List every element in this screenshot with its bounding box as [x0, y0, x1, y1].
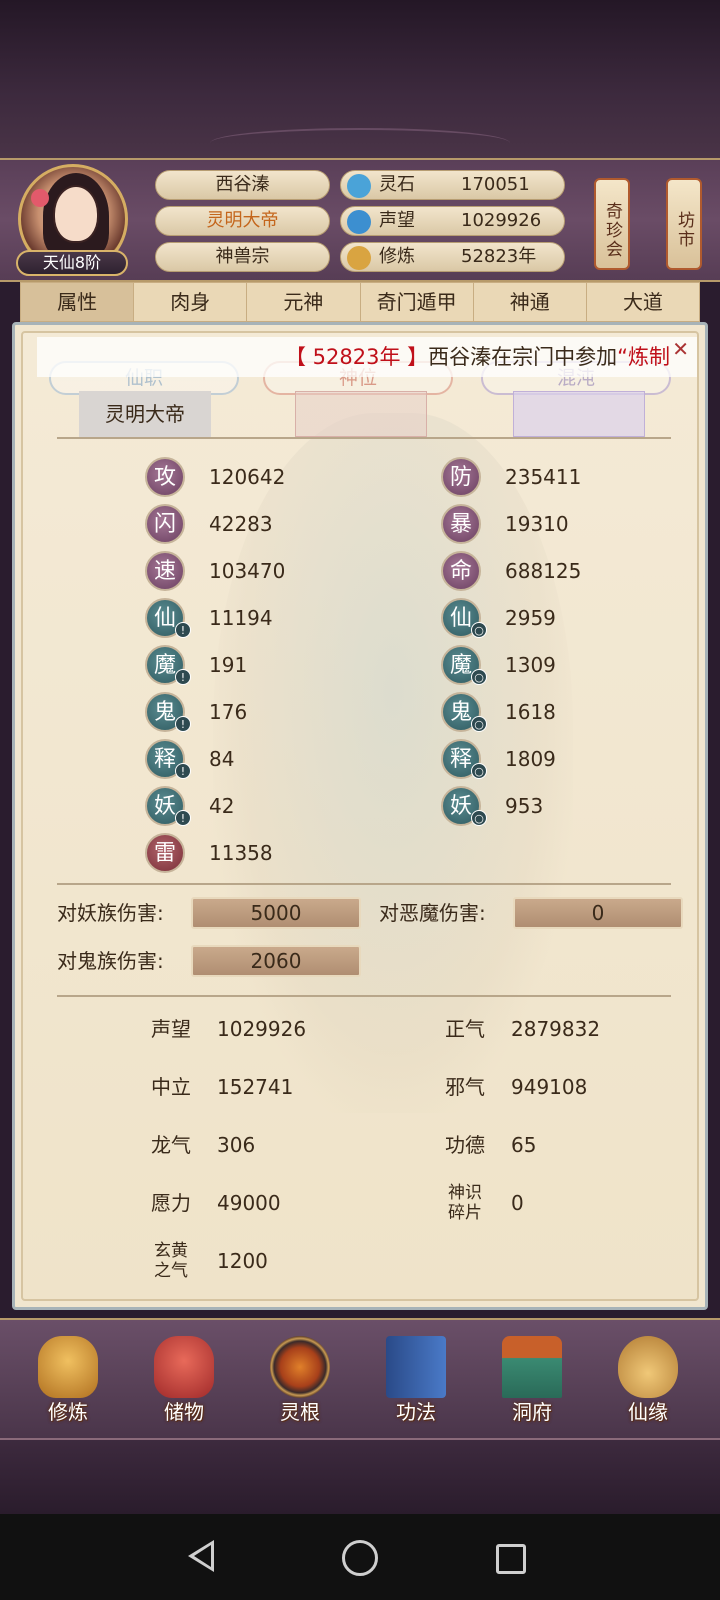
cultivation-icon — [347, 246, 371, 270]
avatar-face — [53, 185, 99, 243]
recent-apps-icon[interactable] — [496, 1544, 526, 1574]
tab-body[interactable]: 肉身 — [134, 283, 248, 321]
demon-race-damage-label: 对妖族伤害: — [57, 901, 164, 925]
back-icon[interactable] — [188, 1540, 214, 1572]
panel-inner: 仙职 神位 混沌 灵明大帝 【 52823年 】西谷溱在宗门中参加“炼制 ✕ 攻… — [21, 331, 699, 1301]
nav-technique[interactable]: 功法 — [366, 1330, 466, 1434]
spirit-stone-icon — [347, 174, 371, 198]
resource-cultivation[interactable]: 修炼 52823年 — [340, 242, 565, 272]
attributes-panel: 仙职 神位 混沌 灵明大帝 【 52823年 】西谷溱在宗门中参加“炼制 ✕ 攻… — [12, 322, 708, 1310]
system-nav-bar — [0, 1514, 720, 1600]
close-icon[interactable]: ✕ — [672, 339, 689, 359]
top-ornament — [210, 128, 510, 158]
nav-cultivate[interactable]: 修炼 — [18, 1330, 118, 1434]
storage-bag-icon — [154, 1336, 214, 1398]
divider — [57, 883, 671, 885]
info-badge-icon: ! — [175, 622, 191, 638]
cultivate-icon — [38, 1336, 98, 1398]
attack-icon: 攻 — [145, 457, 185, 497]
defense-icon: 防 — [441, 457, 481, 497]
bottom-background — [0, 1440, 720, 1514]
tab-soul[interactable]: 元神 — [247, 283, 361, 321]
market-button[interactable]: 坊市 — [666, 178, 702, 270]
player-sect[interactable]: 神兽宗 — [155, 242, 330, 272]
marquee-year: 【 52823年 】 — [285, 345, 429, 369]
devil-damage-value: 0 — [513, 897, 683, 929]
marquee-text: 在宗门中参加 — [491, 345, 618, 369]
flower-icon — [31, 189, 49, 207]
tab-qimen[interactable]: 奇门遁甲 — [361, 283, 474, 321]
chaos-value — [513, 391, 645, 437]
tab-dao[interactable]: 大道 — [587, 283, 699, 321]
critical-icon: 暴 — [441, 504, 481, 544]
tab-attributes[interactable]: 属性 — [21, 283, 135, 321]
resource-spirit-stone[interactable]: 灵石 170051 — [340, 170, 565, 200]
rank-badge: 天仙8阶 — [16, 250, 128, 276]
shield-badge-icon: ○ — [471, 716, 487, 732]
cave-house-icon — [502, 1336, 562, 1398]
reputation-icon — [347, 210, 371, 234]
info-badge-icon: ! — [175, 669, 191, 685]
spirit-root-icon — [270, 1336, 330, 1398]
tab-bar: 属性 肉身 元神 奇门遁甲 神通 大道 — [20, 282, 700, 322]
demon-race-damage-value: 5000 — [191, 897, 361, 929]
nav-immortal-fate[interactable]: 仙缘 — [598, 1330, 698, 1434]
devil-damage-label: 对恶魔伤害: — [379, 901, 486, 925]
treasure-auction-button[interactable]: 奇珍会 — [594, 178, 630, 270]
nav-storage[interactable]: 储物 — [134, 1330, 234, 1434]
shield-badge-icon: ○ — [471, 763, 487, 779]
player-title[interactable]: 灵明大帝 — [155, 206, 330, 236]
info-badge-icon: ! — [175, 763, 191, 779]
player-name: 西谷溱 — [155, 170, 330, 200]
shield-badge-icon: ○ — [471, 622, 487, 638]
tab-powers[interactable]: 神通 — [474, 283, 587, 321]
immortal-post-value: 灵明大帝 — [79, 391, 211, 437]
dodge-icon: 闪 — [145, 504, 185, 544]
ghost-race-damage-value: 2060 — [191, 945, 361, 977]
home-icon[interactable] — [342, 1540, 378, 1576]
marquee-player-name: 西谷溱 — [428, 345, 492, 369]
bottom-nav: 修炼 储物 灵根 功法 洞府 仙缘 — [0, 1318, 720, 1440]
info-badge-icon: ! — [175, 716, 191, 732]
ghost-race-damage-label: 对鬼族伤害: — [57, 949, 164, 973]
health-icon: 命 — [441, 551, 481, 591]
divine-seat-value — [295, 391, 427, 437]
shield-badge-icon: ○ — [471, 810, 487, 826]
player-header: 天仙8阶 西谷溱 灵明大帝 神兽宗 灵石 170051 声望 1029926 修… — [0, 158, 720, 282]
immortal-fate-icon — [618, 1336, 678, 1398]
info-badge-icon: ! — [175, 810, 191, 826]
announcement-marquee: 【 52823年 】西谷溱在宗门中参加“炼制 ✕ — [37, 337, 697, 377]
technique-book-icon — [386, 1336, 446, 1398]
nav-spirit-root[interactable]: 灵根 — [250, 1330, 350, 1434]
marquee-suffix: “炼制 — [617, 345, 671, 369]
nav-cave-house[interactable]: 洞府 — [482, 1330, 582, 1434]
speed-icon: 速 — [145, 551, 185, 591]
divider — [57, 437, 671, 439]
shield-badge-icon: ○ — [471, 669, 487, 685]
resource-reputation[interactable]: 声望 1029926 — [340, 206, 565, 236]
thunder-icon: 雷 — [145, 833, 185, 873]
divider — [57, 995, 671, 997]
